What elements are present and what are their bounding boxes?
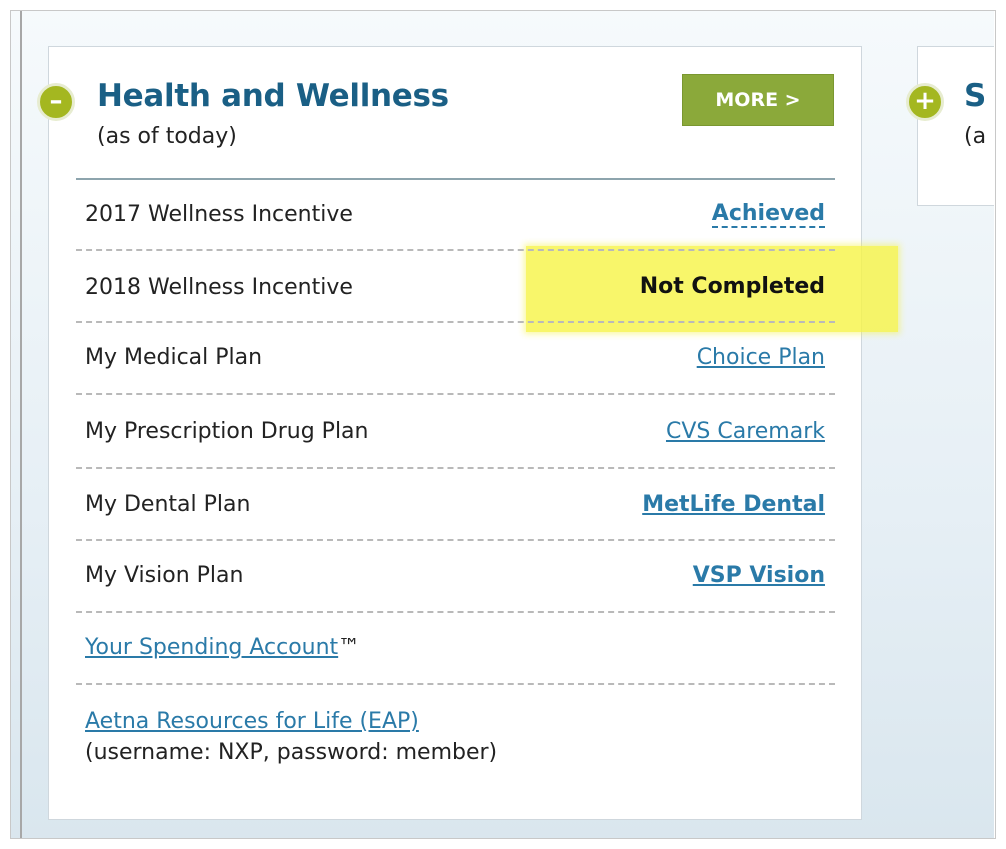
list-item: My Vision Plan VSP Vision — [76, 541, 835, 613]
list-item: Your Spending Account™ — [76, 613, 835, 685]
list-item: Aetna Resources for Life (EAP) (username… — [76, 685, 835, 785]
list-item: My Dental Plan MetLife Dental — [76, 469, 835, 541]
expand-icon[interactable]: + — [906, 83, 944, 121]
trademark-mark: ™ — [338, 635, 361, 660]
card-title: Health and Wellness — [97, 78, 449, 114]
list-item: 2017 Wellness Incentive Achieved — [76, 181, 835, 251]
second-card-subtitle: (a — [964, 124, 987, 149]
vision-plan-link[interactable]: VSP Vision — [693, 563, 825, 588]
collapse-icon[interactable]: – — [37, 83, 75, 121]
spending-account-item: Your Spending Account™ — [85, 635, 360, 660]
benefits-list: 2017 Wellness Incentive Achieved 2018 We… — [76, 181, 835, 785]
row-label: My Dental Plan — [85, 492, 251, 517]
frame-divider — [20, 0, 22, 849]
medical-plan-link[interactable]: Choice Plan — [697, 345, 825, 370]
dental-plan-link[interactable]: MetLife Dental — [642, 492, 825, 517]
list-item: 2018 Wellness Incentive Not Completed — [76, 251, 835, 323]
eap-link-wrapper: Aetna Resources for Life (EAP) — [85, 709, 419, 734]
row-label: 2017 Wellness Incentive — [85, 202, 353, 227]
card-subtitle: (as of today) — [97, 124, 237, 149]
eap-link[interactable]: Aetna Resources for Life (EAP) — [85, 709, 419, 734]
prescription-plan-link[interactable]: CVS Caremark — [666, 419, 825, 444]
status-not-completed: Not Completed — [639, 274, 825, 299]
row-label: 2018 Wellness Incentive — [85, 275, 353, 300]
second-card-title: S — [964, 78, 987, 114]
frame-edge — [0, 838, 1006, 849]
row-label: My Medical Plan — [85, 345, 263, 370]
more-button[interactable]: MORE > — [682, 74, 834, 126]
header-divider — [76, 178, 835, 180]
row-label: My Vision Plan — [85, 563, 244, 588]
achieved-link[interactable]: Achieved — [711, 201, 825, 228]
page-viewport: – Health and Wellness (as of today) MORE… — [0, 0, 994, 849]
list-item: My Prescription Drug Plan CVS Caremark — [76, 395, 835, 469]
spending-account-link[interactable]: Your Spending Account — [85, 635, 338, 660]
frame-divider — [20, 8, 994, 10]
row-label: My Prescription Drug Plan — [85, 419, 369, 444]
list-item: My Medical Plan Choice Plan — [76, 323, 835, 395]
frame-edge — [994, 0, 1006, 849]
eap-credentials-note: (username: NXP, password: member) — [85, 740, 498, 765]
